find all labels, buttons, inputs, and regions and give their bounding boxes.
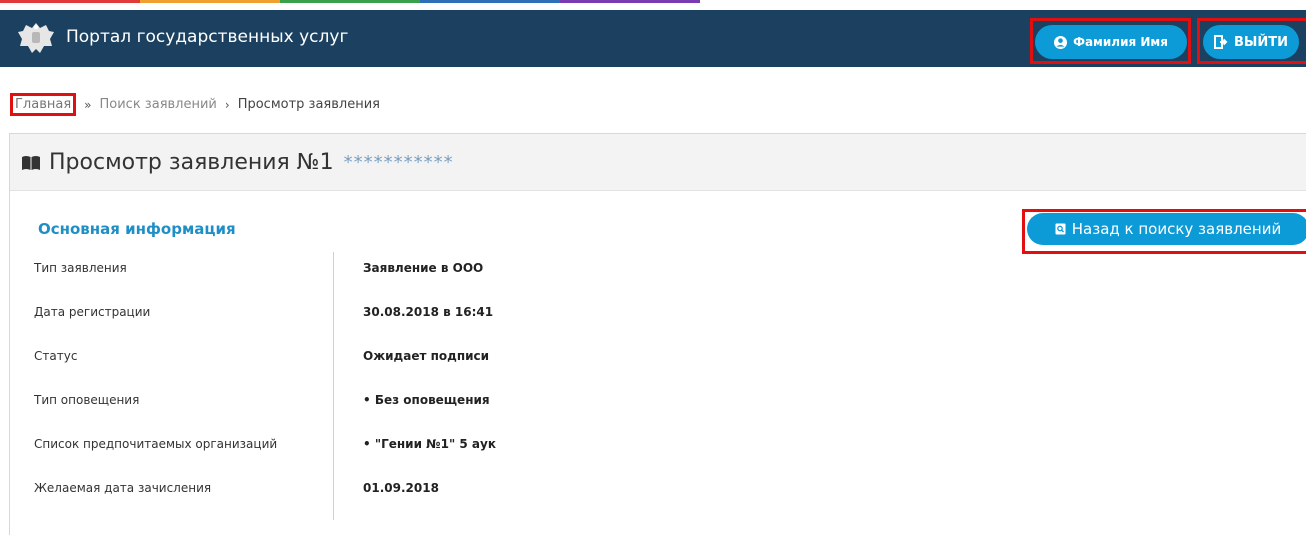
field-label: Тип заявления <box>34 261 127 275</box>
highlight-logout-button <box>1197 18 1306 64</box>
section-title: Основная информация <box>38 220 236 238</box>
application-panel: Просмотр заявления №1 *********** Основн… <box>9 133 1306 535</box>
info-row: Тип оповещения • Без оповещения <box>10 381 710 421</box>
field-value: • Без оповещения <box>363 393 490 407</box>
top-color-stripe <box>0 0 1306 10</box>
portal-title: Портал государственных услуг <box>66 27 349 47</box>
page-title: Просмотр заявления №1 *********** <box>21 150 454 175</box>
color-band <box>0 0 700 3</box>
coat-of-arms-icon <box>18 23 54 53</box>
info-row: Дата регистрации 30.08.2018 в 16:41 <box>10 293 710 333</box>
breadcrumb: Главная » Поиск заявлений › Просмотр зая… <box>10 93 380 116</box>
field-label: Тип оповещения <box>34 393 140 407</box>
breadcrumb-home-link[interactable]: Главная <box>10 93 77 116</box>
book-icon <box>22 155 40 170</box>
highlight-back-button <box>1022 209 1306 254</box>
field-label: Дата регистрации <box>34 305 151 319</box>
breadcrumb-current: Просмотр заявления <box>237 97 380 112</box>
info-row: Желаемая дата зачисления 01.09.2018 <box>10 469 710 509</box>
info-row: Тип заявления Заявление в ООО <box>10 249 710 289</box>
breadcrumb-separator: › <box>224 97 230 112</box>
field-value: Заявление в ООО <box>363 261 484 275</box>
highlight-user-button <box>1030 18 1191 64</box>
field-value: 30.08.2018 в 16:41 <box>363 305 494 319</box>
breadcrumb-search-link[interactable]: Поиск заявлений <box>100 97 217 112</box>
info-row: Статус Ожидает подписи <box>10 337 710 377</box>
field-value: 01.09.2018 <box>363 481 439 495</box>
masked-application-number: *********** <box>343 152 454 173</box>
info-row: Список предпочитаемых организаций • "Ген… <box>10 425 710 465</box>
column-divider <box>333 252 334 520</box>
breadcrumb-separator: » <box>84 97 92 112</box>
page-title-text: Просмотр заявления №1 <box>49 150 334 175</box>
field-label: Список предпочитаемых организаций <box>34 437 278 451</box>
field-value: • "Гении №1" 5 аук <box>363 437 496 451</box>
field-label: Желаемая дата зачисления <box>34 481 212 495</box>
panel-header: Просмотр заявления №1 *********** <box>10 134 1306 191</box>
field-label: Статус <box>34 349 78 363</box>
field-value: Ожидает подписи <box>363 349 490 363</box>
